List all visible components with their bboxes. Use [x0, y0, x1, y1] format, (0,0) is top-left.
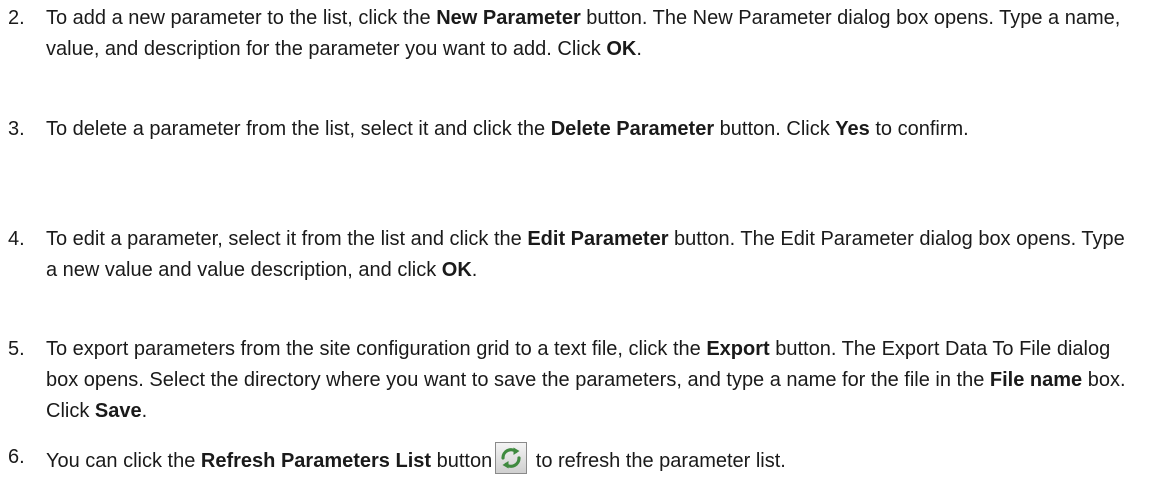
step-text-part: .: [471, 259, 478, 281]
step-text: To add a new parameter to the list, clic…: [46, 3, 1136, 65]
step-number: 2.: [8, 7, 25, 29]
save-label: Save: [94, 400, 142, 422]
step-text-part: button: [431, 450, 493, 472]
step-number: 4.: [8, 228, 25, 250]
step-text-part: .: [141, 400, 148, 422]
step-text-part: To add a new parameter to the list, clic…: [46, 7, 437, 29]
step-text: To export parameters from the site confi…: [46, 334, 1136, 427]
step-text-part: To delete a parameter from the list, sel…: [46, 118, 551, 140]
ok-label: OK: [606, 38, 637, 60]
step-text-part: button. Click: [714, 118, 836, 140]
step-text: You can click the Refresh Parameters Lis…: [46, 442, 1136, 477]
file-name-label: File name: [989, 369, 1083, 391]
step-text: To edit a parameter, select it from the …: [46, 224, 1136, 286]
refresh-parameters-list-label: Refresh Parameters List: [200, 450, 432, 472]
step-text: To delete a parameter from the list, sel…: [46, 114, 1136, 145]
new-parameter-label: New Parameter: [436, 7, 581, 29]
step-text-part: to confirm.: [869, 118, 969, 140]
step-text-part: You can click the: [46, 450, 201, 472]
step-number: 5.: [8, 338, 25, 360]
step-text-part: To edit a parameter, select it from the …: [46, 228, 528, 250]
refresh-arrows-graphic: [501, 447, 521, 469]
step-text-part: to refresh the parameter list.: [530, 450, 786, 472]
yes-label: Yes: [835, 118, 870, 140]
edit-parameter-label: Edit Parameter: [527, 228, 669, 250]
step-number: 6.: [8, 446, 25, 468]
step-text-part: .: [636, 38, 642, 60]
step-number: 3.: [8, 118, 25, 140]
refresh-icon: [495, 442, 528, 474]
export-label: Export: [706, 338, 770, 360]
ok-label: OK: [441, 259, 472, 281]
delete-parameter-label: Delete Parameter: [550, 118, 715, 140]
step-text-part: To export parameters from the site confi…: [46, 338, 707, 360]
